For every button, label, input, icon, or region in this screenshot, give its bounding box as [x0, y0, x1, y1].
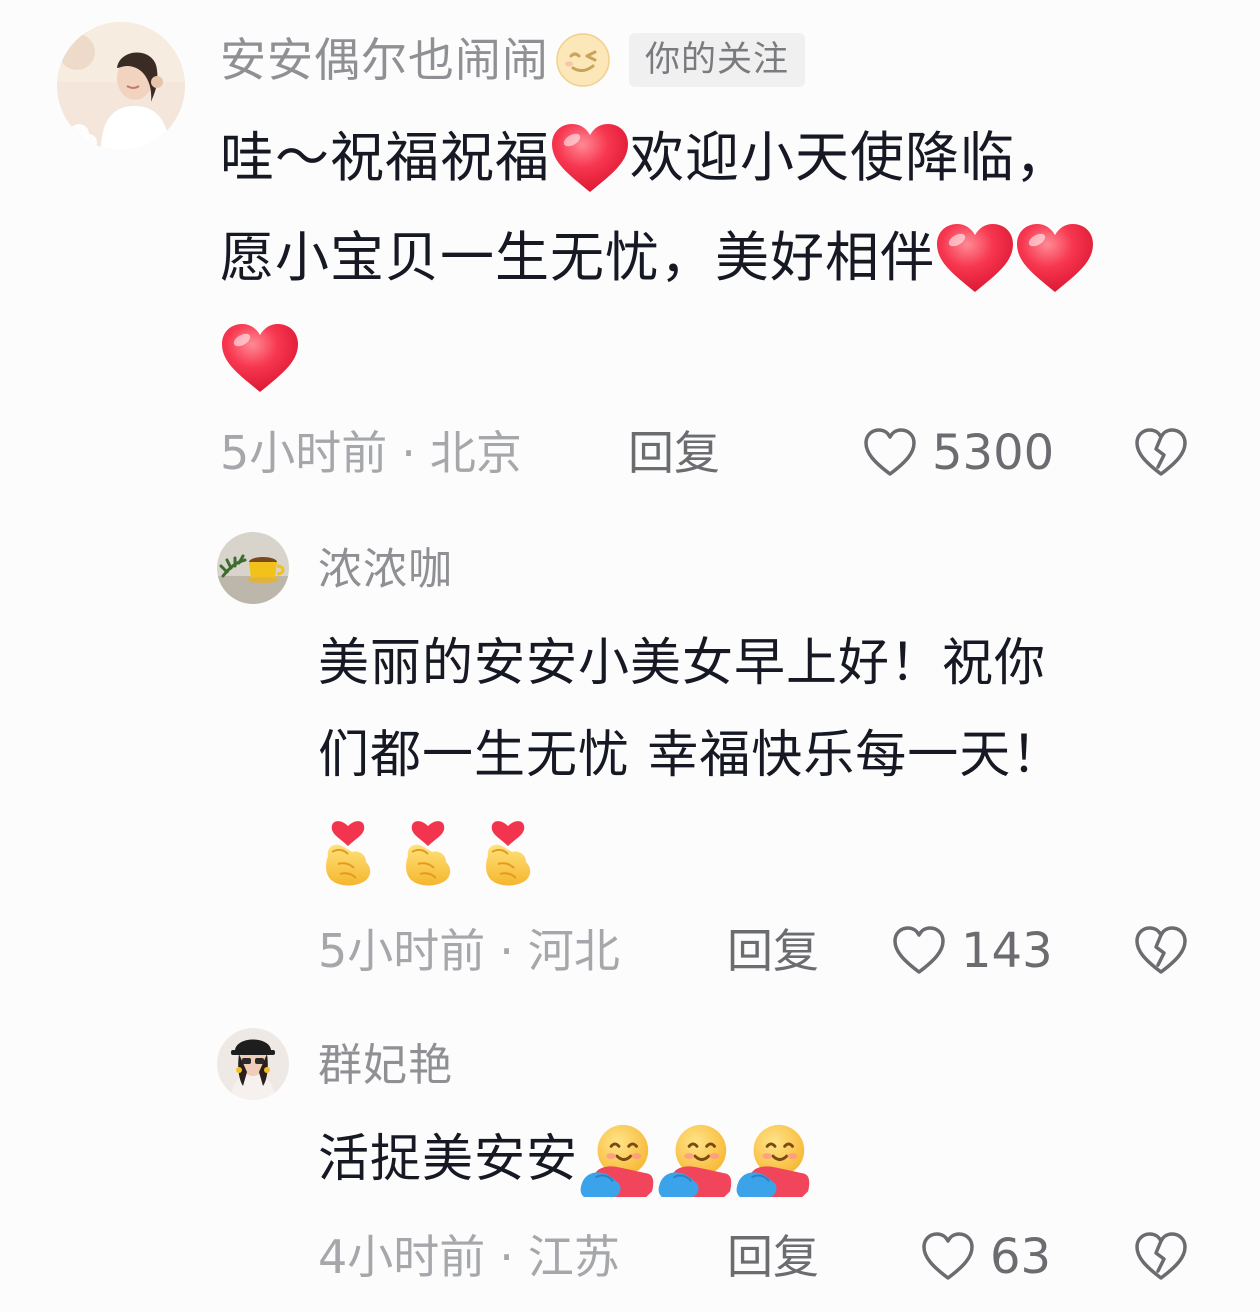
comment-text-line: 美丽的安安小美女早上好！祝你 [318, 634, 1047, 693]
heart-outline-icon [922, 1232, 974, 1280]
location: 江苏 [527, 1230, 620, 1284]
avatar[interactable] [217, 1028, 289, 1100]
avatar[interactable] [217, 532, 289, 604]
like-count: 143 [961, 923, 1053, 979]
red-heart-emoji [1015, 222, 1095, 294]
heart-outline-icon [893, 926, 945, 974]
like-button[interactable]: 5300 [862, 418, 1054, 488]
comment-text: 活捉美安安 [318, 1114, 812, 1206]
timestamp: 4小时前 [318, 1230, 486, 1284]
meta-separator: · [499, 924, 514, 978]
finger-heart-emoji [398, 808, 458, 888]
finger-heart-emoji [318, 808, 378, 888]
timestamp-location: 4小时前 · 江苏 [318, 1222, 620, 1292]
comment-text-line: 们都一生无忧 幸福快乐每一天！ [318, 726, 1064, 785]
comment-text: 美丽的安安小美女早上好！祝你 们都一生无忧 幸福快乐每一天！ [318, 618, 1063, 894]
comment-meta: 5小时前 · 北京 回复 5300 [0, 418, 1260, 488]
location: 河北 [527, 924, 620, 978]
comment-meta: 4小时前 · 江苏 回复 63 [0, 1222, 1260, 1292]
reply-button[interactable]: 回复 [628, 418, 720, 488]
dislike-button[interactable] [1126, 1222, 1196, 1292]
comment-text-line: 愿小宝贝一生无忧，美好相伴 [220, 226, 935, 289]
comment-text: 哇～祝福祝福 欢迎小天使降临， 愿小宝贝一生无忧，美好相伴 [220, 108, 1095, 408]
username[interactable]: 浓浓咖 [318, 540, 453, 600]
red-heart-emoji [220, 322, 300, 394]
wink-face-icon [555, 32, 611, 88]
heart-outline-icon [864, 428, 916, 476]
hugging-face-emoji [578, 1121, 656, 1199]
like-count: 63 [990, 1229, 1052, 1285]
broken-heart-icon [1135, 926, 1187, 974]
timestamp-location: 5小时前 · 河北 [318, 916, 620, 986]
meta-separator: · [401, 426, 416, 480]
hugging-face-emoji [656, 1121, 734, 1199]
follow-badge: 你的关注 [629, 33, 806, 87]
like-count: 5300 [932, 425, 1055, 481]
comment-text-line: 活捉美安安 [318, 1130, 579, 1189]
timestamp: 5小时前 [318, 924, 486, 978]
meta-separator: · [499, 1230, 514, 1284]
red-heart-emoji [550, 122, 630, 194]
dislike-button[interactable] [1126, 418, 1196, 488]
like-button[interactable]: 63 [920, 1222, 1051, 1292]
username[interactable]: 安安偶尔也闹闹 [220, 30, 549, 90]
broken-heart-icon [1135, 1232, 1187, 1280]
dislike-button[interactable] [1126, 916, 1196, 986]
reply-button[interactable]: 回复 [727, 916, 819, 986]
comment-text-line: 哇～祝福祝福 [220, 126, 550, 189]
timestamp-location: 5小时前 · 北京 [220, 418, 522, 488]
reply-button[interactable]: 回复 [727, 1222, 819, 1292]
hugging-face-emoji [734, 1121, 812, 1199]
comment-meta: 5小时前 · 河北 回复 143 [0, 916, 1260, 986]
avatar[interactable] [57, 22, 185, 150]
finger-heart-emoji [478, 808, 538, 888]
like-button[interactable]: 143 [891, 916, 1053, 986]
broken-heart-icon [1135, 428, 1187, 476]
username[interactable]: 群妃艳 [318, 1036, 453, 1096]
comment-text-line: 欢迎小天使降临， [630, 126, 1070, 189]
timestamp: 5小时前 [220, 426, 388, 480]
location: 北京 [429, 426, 522, 480]
red-heart-emoji [935, 222, 1015, 294]
